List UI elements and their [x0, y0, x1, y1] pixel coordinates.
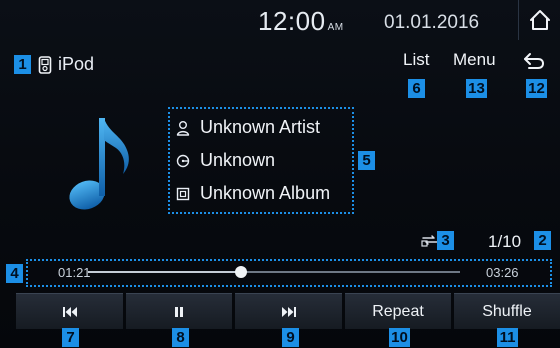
repeat-button-label: Repeat — [372, 302, 424, 320]
progress-thumb[interactable] — [234, 266, 247, 278]
source-label: iPod — [38, 54, 94, 75]
callout-7: 7 — [62, 328, 79, 347]
clock-time: 12:00 — [258, 6, 326, 36]
album-art — [60, 108, 140, 216]
album-row: Unknown Album — [176, 183, 330, 204]
album-name: Unknown Album — [200, 183, 331, 203]
artist-name: Unknown Artist — [200, 117, 321, 137]
callout-11: 11 — [497, 328, 518, 347]
menu-button-label: Menu — [453, 50, 496, 69]
list-button-label: List — [403, 50, 430, 69]
ipod-icon — [38, 55, 52, 74]
callout-4: 4 — [6, 264, 23, 283]
previous-button[interactable] — [16, 293, 123, 329]
callout-12: 12 — [526, 79, 547, 98]
shuffle-button[interactable]: Shuffle — [454, 293, 560, 329]
callout-13: 13 — [466, 79, 487, 98]
status-bar: 12:00 AM 01.01.2016 — [0, 0, 560, 42]
pause-icon — [175, 306, 183, 317]
next-button[interactable] — [235, 293, 342, 329]
disc-icon — [176, 154, 190, 167]
elapsed-time: 01:21 — [58, 265, 91, 280]
back-button[interactable] — [521, 49, 547, 73]
clock: 12:00 AM — [258, 6, 344, 37]
source-name: iPod — [58, 54, 95, 74]
repeat-button[interactable]: Repeat — [345, 293, 451, 329]
progress-fill — [88, 271, 241, 273]
list-button[interactable]: List — [403, 50, 429, 70]
callout-9: 9 — [282, 328, 299, 347]
clock-ampm: AM — [327, 22, 344, 33]
back-arrow-icon — [524, 53, 545, 69]
progress-box — [26, 259, 552, 287]
callout-3: 3 — [437, 231, 454, 250]
menu-button[interactable]: Menu — [453, 50, 496, 70]
previous-track-icon — [62, 306, 77, 317]
home-button[interactable] — [518, 0, 560, 40]
person-icon — [176, 120, 190, 136]
title-row: Unknown — [176, 150, 275, 171]
music-note-icon — [69, 118, 129, 210]
callout-2: 2 — [534, 231, 551, 250]
callout-6: 6 — [408, 79, 425, 98]
song-title: Unknown — [200, 150, 276, 170]
album-icon — [176, 187, 190, 200]
next-track-icon — [281, 306, 296, 317]
total-time: 03:26 — [486, 265, 519, 280]
home-icon — [530, 10, 550, 30]
callout-10: 10 — [389, 328, 410, 347]
callout-1: 1 — [14, 55, 31, 74]
callout-8: 8 — [172, 328, 189, 347]
media-player-screen: 12:00 AM 01.01.2016 iPod List Menu Unkno… — [0, 0, 560, 348]
date: 01.01.2016 — [384, 12, 480, 33]
artist-row: Unknown Artist — [176, 117, 320, 138]
callout-5: 5 — [358, 151, 375, 170]
pause-button[interactable] — [126, 293, 232, 329]
track-number: 1/10 — [488, 232, 522, 251]
shuffle-button-label: Shuffle — [482, 302, 532, 320]
